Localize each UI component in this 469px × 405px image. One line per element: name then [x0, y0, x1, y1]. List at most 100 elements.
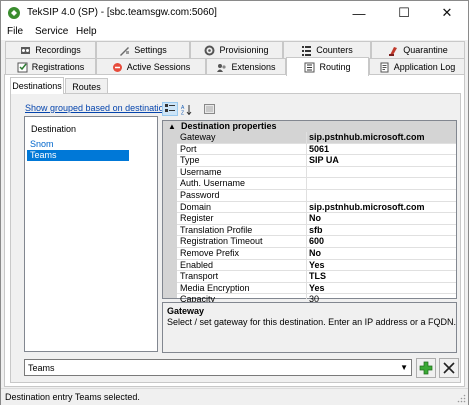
- extensions-icon: [216, 62, 227, 73]
- property-value[interactable]: No: [309, 248, 321, 259]
- property-name: Type: [180, 155, 200, 166]
- property-row[interactable]: Port 5061: [177, 144, 456, 156]
- property-value[interactable]: 600: [309, 236, 324, 247]
- recordings-icon: [20, 45, 31, 56]
- quarantine-icon: [388, 45, 399, 56]
- property-row[interactable]: Domain sip.pstnhub.microsoft.com: [177, 202, 456, 214]
- list-item[interactable]: Snom: [27, 139, 155, 150]
- property-value[interactable]: No: [309, 213, 321, 224]
- provisioning-icon: [204, 45, 215, 56]
- routing-panel: Destinations Routes Show grouped based o…: [4, 74, 465, 387]
- property-row[interactable]: Password: [177, 190, 456, 202]
- property-row[interactable]: Username: [177, 167, 456, 179]
- property-name: Media Encryption: [180, 282, 250, 293]
- destination-list[interactable]: Destination Snom Teams: [24, 116, 158, 352]
- maximize-button[interactable]: ☐: [382, 1, 426, 25]
- help-text: Select / set gateway for this destinatio…: [167, 317, 456, 327]
- show-grouped-link[interactable]: Show grouped based on destination: [25, 103, 169, 113]
- status-bar: Destination entry Teams selected.: [1, 388, 468, 405]
- property-value[interactable]: SIP UA: [309, 155, 339, 166]
- property-row[interactable]: Type SIP UA: [177, 155, 456, 167]
- tab-provisioning[interactable]: Provisioning: [190, 41, 283, 58]
- property-name: Enabled: [180, 259, 214, 270]
- close-icon: [443, 362, 455, 374]
- property-name: Transport: [180, 271, 219, 282]
- close-button[interactable]: ✕: [425, 1, 469, 25]
- destination-combo-value: Teams: [28, 363, 55, 373]
- list-item[interactable]: Teams: [27, 150, 129, 161]
- resize-grip-icon[interactable]: [456, 393, 466, 403]
- svg-text:Z: Z: [181, 110, 184, 115]
- teksip-app-icon: [7, 6, 21, 20]
- tab-row-lower: Registrations Active Sessions Extensions…: [1, 57, 468, 76]
- destination-list-header: Destination: [31, 124, 77, 134]
- tab-extensions[interactable]: Extensions: [206, 58, 286, 75]
- grid-gutter: [163, 132, 177, 298]
- tab-recordings[interactable]: Recordings: [5, 41, 96, 58]
- routing-icon: [304, 62, 315, 73]
- subtab-routes[interactable]: Routes: [65, 78, 108, 94]
- destinations-panel: Show grouped based on destination Destin…: [10, 93, 461, 383]
- property-name: Remove Prefix: [180, 248, 240, 258]
- property-name: Auth. Username: [180, 178, 246, 189]
- application-log-icon: [379, 62, 390, 73]
- title-bar: TekSIP 4.0 (SP) - [sbc.teamsgw.com:5060]…: [1, 1, 468, 25]
- property-value[interactable]: sip.pstnhub.microsoft.com: [309, 202, 425, 213]
- counters-icon: [301, 45, 312, 56]
- status-text: Destination entry Teams selected.: [5, 392, 140, 402]
- property-row[interactable]: Translation Profile sfb: [177, 225, 456, 237]
- property-row[interactable]: Media Encryption Yes: [177, 283, 456, 295]
- tab-row-upper: Recordings Settings Provisioning Counter…: [1, 41, 468, 58]
- tab-registrations[interactable]: Registrations: [5, 58, 96, 75]
- delete-destination-button[interactable]: [439, 358, 459, 378]
- property-help-box: Gateway Select / set gateway for this de…: [162, 302, 457, 353]
- property-row[interactable]: Register No: [177, 213, 456, 225]
- menu-service[interactable]: Service: [35, 26, 68, 37]
- tab-settings[interactable]: Settings: [96, 41, 190, 58]
- property-name: Port: [180, 143, 197, 154]
- destination-combo[interactable]: Teams ▼: [24, 359, 412, 376]
- registrations-icon: [17, 62, 28, 73]
- help-title: Gateway: [167, 306, 205, 316]
- property-pages-icon[interactable]: [201, 102, 217, 116]
- tab-routing[interactable]: Routing: [286, 57, 369, 76]
- collapse-icon[interactable]: ▲: [168, 121, 176, 132]
- tab-active-sessions[interactable]: Active Sessions: [96, 58, 206, 75]
- property-name: Translation Profile: [180, 224, 253, 235]
- property-row[interactable]: Enabled Yes: [177, 260, 456, 272]
- property-value[interactable]: TLS: [309, 271, 326, 282]
- minimize-button[interactable]: —: [337, 1, 381, 25]
- tab-counters[interactable]: Counters: [283, 41, 371, 58]
- menu-bar: File Service Help: [1, 25, 468, 40]
- menu-file[interactable]: File: [7, 26, 23, 37]
- tab-application-log[interactable]: Application Log: [369, 58, 465, 75]
- property-value[interactable]: sfb: [309, 225, 323, 236]
- property-row[interactable]: Transport TLS: [177, 271, 456, 283]
- property-value[interactable]: sip.pstnhub.microsoft.com: [309, 132, 425, 143]
- add-destination-button[interactable]: [416, 358, 436, 378]
- plus-icon: [419, 361, 433, 375]
- property-name: Password: [180, 190, 220, 200]
- main-window: TekSIP 4.0 (SP) - [sbc.teamsgw.com:5060]…: [0, 0, 469, 405]
- grid-divider: [306, 132, 307, 299]
- property-name: Domain: [180, 201, 212, 212]
- subtab-destinations[interactable]: Destinations: [10, 77, 64, 94]
- grid-category[interactable]: ▲ Destination properties: [163, 121, 456, 132]
- categorized-view-button[interactable]: [162, 102, 178, 116]
- property-row[interactable]: Remove Prefix No: [177, 248, 456, 260]
- chevron-down-icon[interactable]: ▼: [400, 363, 408, 372]
- window-title: TekSIP 4.0 (SP) - [sbc.teamsgw.com:5060]: [27, 7, 217, 18]
- tab-quarantine[interactable]: Quarantine: [371, 41, 465, 58]
- property-value[interactable]: Yes: [309, 283, 325, 294]
- alphabetical-sort-icon[interactable]: AZ: [179, 102, 195, 116]
- menu-help[interactable]: Help: [76, 26, 97, 37]
- property-value[interactable]: 5061: [309, 144, 329, 155]
- property-name: Registration Timeout: [180, 236, 263, 247]
- property-value[interactable]: Yes: [309, 260, 325, 271]
- property-name: Username: [180, 166, 222, 177]
- active-sessions-icon: [112, 62, 123, 73]
- settings-icon: [119, 45, 130, 56]
- property-row[interactable]: Gateway sip.pstnhub.microsoft.com: [177, 132, 456, 144]
- property-row[interactable]: Auth. Username: [177, 178, 456, 190]
- property-row[interactable]: Registration Timeout 600: [177, 236, 456, 248]
